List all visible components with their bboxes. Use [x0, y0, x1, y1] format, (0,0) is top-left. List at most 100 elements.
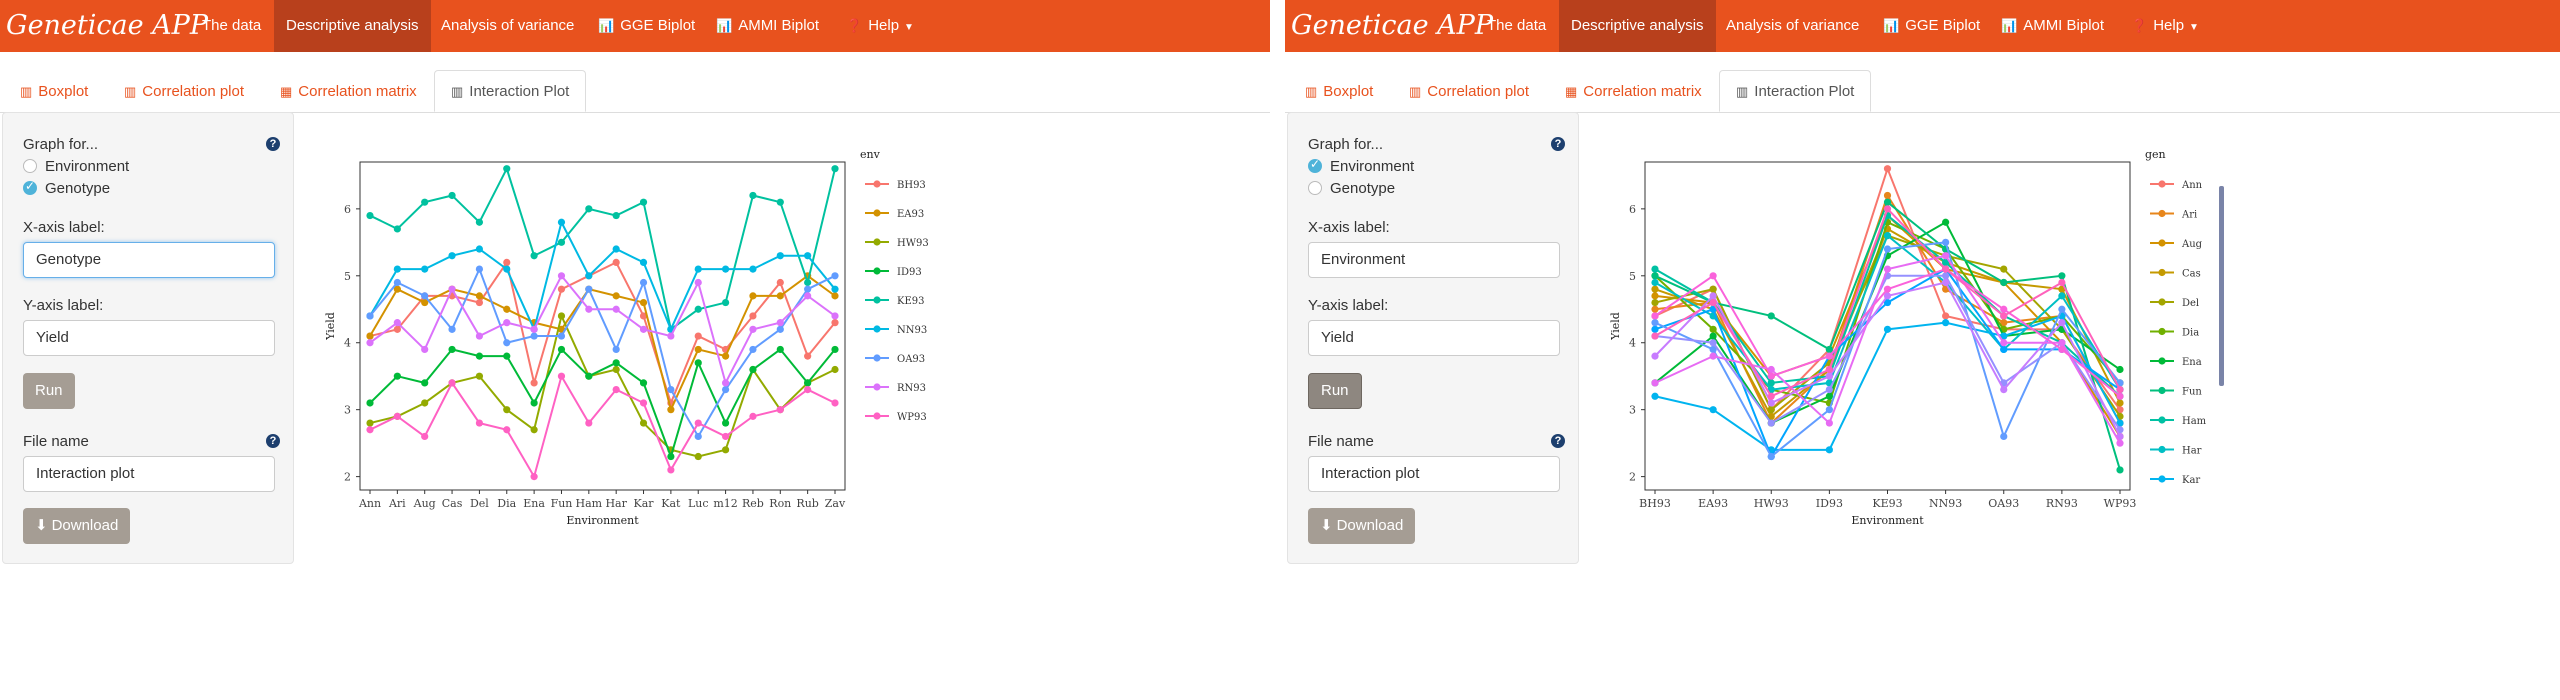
nav-the-data[interactable]: The data [188, 0, 275, 52]
data-point [585, 285, 593, 293]
data-point [1825, 352, 1833, 360]
x-tick-label: BH93 [1639, 497, 1671, 510]
data-point [421, 265, 429, 273]
x-tick-label: Cas [442, 497, 463, 510]
data-point [831, 319, 839, 327]
help-icon[interactable]: ? [1551, 137, 1565, 151]
file-name-input[interactable]: Interaction plot [23, 456, 275, 492]
nav-anova-label: Analysis of variance [441, 17, 575, 34]
nav-descriptive-analysis[interactable]: Descriptive analysis [274, 0, 431, 52]
download-button[interactable]: ⬇ Download [1308, 508, 1416, 544]
x-tick-label: Reb [742, 497, 764, 510]
nav-analysis-of-variance[interactable]: Analysis of variance [1712, 0, 1873, 52]
sidebar-panel: Graph for... ? Environment Genotype X-ax… [1287, 112, 1579, 564]
data-point [831, 345, 839, 354]
tab-interaction-plot[interactable]: ▥ Interaction Plot [1719, 70, 1872, 112]
tab-correlation-matrix-label: Correlation matrix [298, 83, 417, 100]
nav-help-dropdown[interactable]: ❓ Help ▼ [2117, 0, 2213, 52]
nav-ammi-label: AMMI Biplot [738, 17, 820, 34]
data-point [585, 305, 593, 313]
tab-interaction-plot[interactable]: ▥ Interaction Plot [434, 70, 587, 112]
tab-correlation-plot[interactable]: ▥ Correlation plot [1409, 72, 1529, 112]
data-point [557, 332, 566, 340]
radio-environment[interactable]: Environment [23, 158, 129, 175]
radio-genotype[interactable]: Genotype [1308, 180, 1395, 197]
tab-correlation-matrix[interactable]: ▦ Correlation matrix [1565, 72, 1702, 112]
app-brand[interactable]: Geneticae APP [6, 10, 208, 41]
data-point [1651, 332, 1659, 340]
radio-circle [1308, 181, 1322, 195]
data-point [1883, 265, 1892, 273]
x-tick-label: Fun [551, 497, 573, 510]
y-axis-input[interactable]: Yield [23, 320, 275, 356]
x-tick-label: m12 [713, 497, 737, 510]
x-tick-label: Luc [688, 497, 709, 510]
x-tick-label: Kat [661, 497, 681, 510]
data-point [612, 245, 620, 253]
data-point [2000, 278, 2008, 287]
tab-boxplot[interactable]: ▥ Boxplot [1305, 72, 1373, 112]
legend-label: Ena [2182, 357, 2202, 368]
nav-the-data[interactable]: The data [1473, 0, 1560, 52]
bar-chart-icon: ▥ [20, 84, 33, 99]
data-point [776, 198, 784, 206]
help-icon[interactable]: ? [1551, 434, 1565, 448]
run-button[interactable]: Run [23, 373, 75, 409]
data-point [639, 399, 648, 407]
nav-analysis-of-variance[interactable]: Analysis of variance [427, 0, 588, 52]
data-point [1651, 352, 1659, 360]
nav-ammi-biplot[interactable]: 📊 AMMI Biplot [1987, 0, 2118, 52]
file-name-label: File name [23, 433, 89, 450]
data-point [1942, 312, 1950, 320]
tab-correlation-plot[interactable]: ▥ Correlation plot [124, 72, 244, 112]
legend-scrollbar[interactable] [2219, 186, 2224, 386]
app-brand[interactable]: Geneticae APP [1291, 10, 1493, 41]
help-icon[interactable]: ? [266, 137, 280, 151]
x-tick-label: RN93 [2046, 497, 2078, 510]
tab-boxplot-label: Boxplot [38, 83, 89, 100]
download-button[interactable]: ⬇ Download [23, 508, 131, 544]
download-label: Download [51, 517, 119, 534]
data-point [2058, 272, 2066, 280]
nav-gge-biplot[interactable]: 📊 GGE Biplot [584, 0, 709, 52]
x-tick-label: Aug [413, 497, 436, 510]
data-point [2058, 339, 2066, 347]
data-point [1651, 278, 1659, 287]
data-point [1825, 406, 1833, 414]
data-point [2116, 439, 2124, 447]
x-axis-input[interactable]: Genotype [23, 242, 275, 278]
data-point [749, 412, 757, 420]
nav-descriptive-analysis[interactable]: Descriptive analysis [1559, 0, 1716, 52]
data-point [749, 325, 757, 333]
legend-label: Kar [2182, 475, 2200, 486]
radio-circle-checked [1308, 157, 1322, 173]
nav-ammi-biplot[interactable]: 📊 AMMI Biplot [702, 0, 833, 52]
data-point [503, 265, 511, 273]
data-point [2116, 385, 2124, 394]
caret-down-icon: ▼ [904, 22, 914, 33]
data-point [503, 305, 511, 313]
radio-genotype[interactable]: Genotype [23, 179, 110, 197]
data-point [776, 345, 784, 354]
nav-gge-biplot[interactable]: 📊 GGE Biplot [1869, 0, 1994, 52]
y-axis-input[interactable]: Yield [1308, 320, 1560, 356]
data-point [557, 272, 566, 280]
nav-help-dropdown[interactable]: ❓ Help ▼ [832, 0, 928, 52]
radio-genotype-label: Genotype [1330, 180, 1396, 197]
data-point [2058, 345, 2066, 354]
download-label: Download [1336, 517, 1404, 534]
x-axis-input[interactable]: Environment [1308, 242, 1560, 278]
data-point [530, 252, 538, 260]
file-name-input[interactable]: Interaction plot [1308, 456, 1560, 492]
run-button[interactable]: Run [1308, 373, 1362, 409]
help-icon[interactable]: ? [266, 434, 280, 448]
tab-boxplot[interactable]: ▥ Boxplot [20, 72, 88, 112]
tab-correlation-matrix[interactable]: ▦ Correlation matrix [280, 72, 417, 112]
data-point [612, 359, 620, 367]
data-point [694, 419, 702, 427]
nav-gge-label: GGE Biplot [620, 17, 696, 34]
radio-environment[interactable]: Environment [1308, 157, 1414, 175]
data-point [585, 272, 593, 280]
data-point [557, 238, 566, 246]
data-point [421, 345, 429, 354]
